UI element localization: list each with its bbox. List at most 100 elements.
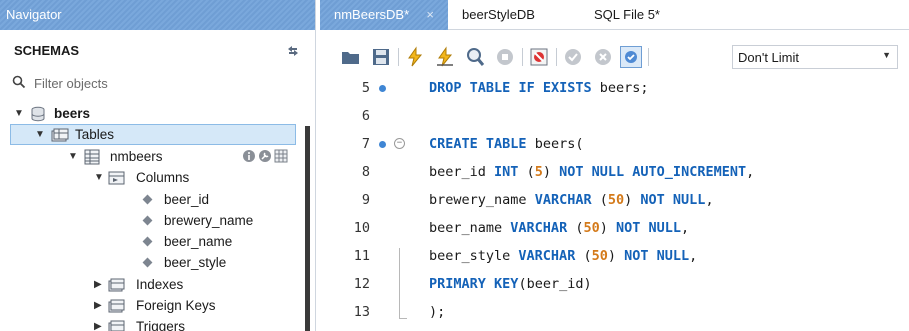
close-icon[interactable]: × xyxy=(426,0,434,30)
expand-arrow-icon[interactable]: ▼ xyxy=(94,171,106,185)
execute-icon[interactable] xyxy=(404,46,426,68)
sql-punctuation xyxy=(584,164,592,180)
sql-keyword: NOT xyxy=(559,164,584,180)
code-editor[interactable]: 5 DROP TABLE IF EXISTS beers; 6 7 − CREA… xyxy=(320,74,909,331)
sql-number: 5 xyxy=(534,164,543,180)
line-number: 10 xyxy=(353,220,370,236)
row-limit-select[interactable]: Don't Limit ▼ xyxy=(732,45,898,69)
toolbar-divider xyxy=(522,48,523,66)
sql-punctuation xyxy=(478,136,486,152)
collapse-arrow-icon[interactable]: ▶ xyxy=(94,320,106,331)
code-line: 5 DROP TABLE IF EXISTS beers; xyxy=(320,74,909,102)
sql-punctuation xyxy=(592,80,600,96)
navigator-titlebar: Navigator xyxy=(0,0,315,30)
tree-folder-tables[interactable]: ▼ Tables xyxy=(10,124,296,145)
code-text: CREATE TABLE beers( xyxy=(429,136,583,152)
sql-number: 50 xyxy=(591,248,608,264)
code-line: 9 brewery_name VARCHAR (50) NOT NULL, xyxy=(320,186,909,214)
sql-keyword: VARCHAR xyxy=(518,248,576,264)
sql-keyword: TABLE xyxy=(485,136,527,152)
collapse-arrow-icon[interactable]: ▶ xyxy=(94,278,106,292)
sql-punctuation: , xyxy=(681,220,690,236)
search-icon xyxy=(12,75,26,89)
line-number: 5 xyxy=(361,80,370,96)
code-line: 10 beer_name VARCHAR (50) NOT NULL, xyxy=(320,214,909,242)
navigator-scrollbar[interactable] xyxy=(305,126,310,331)
indexes-folder-label: Indexes xyxy=(136,277,184,292)
editor-tab-bar: nmBeersDB* × beerStyleDB SQL File 5* xyxy=(320,0,909,30)
sql-punctuation xyxy=(649,248,657,264)
filter-objects-input[interactable] xyxy=(34,73,304,93)
foreign-keys-folder-label: Foreign Keys xyxy=(136,298,216,313)
sql-punctuation: ) xyxy=(599,220,616,236)
tree-folder-columns[interactable]: ▼ Columns xyxy=(10,168,300,189)
navigator-title: Navigator xyxy=(6,7,62,22)
tree-column-item[interactable]: beer_name xyxy=(10,232,300,253)
columns-folder-label: Columns xyxy=(136,170,190,185)
tree-folder-triggers[interactable]: ▶ Triggers xyxy=(10,317,300,331)
sql-keyword: DROP xyxy=(429,80,462,96)
tab-label: beerStyleDB xyxy=(462,7,535,22)
collapse-arrow-icon[interactable]: ▶ xyxy=(94,299,106,313)
rollback-icon[interactable] xyxy=(592,46,614,68)
stop-on-error-icon[interactable] xyxy=(528,46,550,68)
row-limit-value: Don't Limit xyxy=(738,50,800,65)
code-line: 6 xyxy=(320,102,909,130)
expand-arrow-icon[interactable]: ▼ xyxy=(14,107,26,121)
autocommit-toggle-icon[interactable] xyxy=(620,46,642,68)
sql-keyword: VARCHAR xyxy=(510,220,568,236)
sql-keyword: INT xyxy=(494,164,519,180)
sql-keyword: CREATE xyxy=(429,136,478,152)
editor-toolbar: Don't Limit ▼ xyxy=(320,40,909,74)
triggers-folder-label: Triggers xyxy=(136,319,186,331)
line-number: 12 xyxy=(353,276,370,292)
sql-keyword: NULL xyxy=(591,164,625,180)
sql-identifier: beers xyxy=(599,80,641,96)
code-text: beer_id INT (5) NOT NULL AUTO_INCREMENT, xyxy=(429,164,754,180)
tree-column-item[interactable]: beer_id xyxy=(10,190,300,211)
code-text: brewery_name VARCHAR (50) NOT NULL, xyxy=(429,192,714,208)
column-name: beer_id xyxy=(164,192,210,207)
tree-schema-beers[interactable]: ▼ beers xyxy=(10,104,300,125)
code-line: 8 beer_id INT (5) NOT NULL AUTO_INCREMEN… xyxy=(320,158,909,186)
statement-marker-icon xyxy=(379,85,386,92)
code-text: beer_name VARCHAR (50) NOT NULL, xyxy=(429,220,689,236)
tab-sql-file-5[interactable]: SQL File 5* xyxy=(580,0,700,30)
line-number: 9 xyxy=(361,192,370,208)
sql-punctuation: ) xyxy=(607,248,625,264)
sql-identifier: brewery_name xyxy=(429,192,527,208)
tree-column-item[interactable]: beer_style xyxy=(10,253,300,274)
table-data-icon[interactable] xyxy=(274,149,288,163)
info-icon[interactable] xyxy=(242,149,256,163)
toolbar-divider xyxy=(398,48,399,66)
open-folder-icon[interactable] xyxy=(340,46,362,68)
wrench-icon[interactable] xyxy=(258,149,272,163)
refresh-icon[interactable] xyxy=(285,43,301,59)
expand-arrow-icon[interactable]: ▼ xyxy=(35,128,47,142)
code-line: 13 ); xyxy=(320,298,909,326)
tree-folder-foreign-keys[interactable]: ▶ Foreign Keys xyxy=(10,296,300,317)
sql-keyword: NULL xyxy=(656,248,690,264)
code-text: DROP TABLE IF EXISTS beers; xyxy=(429,80,649,96)
sql-punctuation: ) xyxy=(583,276,592,292)
sql-punctuation xyxy=(462,80,470,96)
column-bullet-icon xyxy=(142,194,153,205)
sql-punctuation: , xyxy=(689,248,698,264)
toolbar-divider xyxy=(648,48,649,66)
tab-beerstyledb[interactable]: beerStyleDB xyxy=(448,0,566,30)
stop-icon[interactable] xyxy=(494,46,516,68)
tab-nmbeersdb[interactable]: nmBeersDB* × xyxy=(320,0,448,30)
commit-icon[interactable] xyxy=(562,46,584,68)
tree-column-item[interactable]: brewery_name xyxy=(10,211,300,232)
sql-editor-panel: nmBeersDB* × beerStyleDB SQL File 5* Don… xyxy=(320,0,909,331)
code-text: beer_style VARCHAR (50) NOT NULL, xyxy=(429,248,697,264)
tree-table-nmbeers[interactable]: ▼ nmbeers xyxy=(10,147,300,168)
explain-icon[interactable] xyxy=(464,46,486,68)
fold-toggle-icon[interactable]: − xyxy=(394,138,405,149)
sql-keyword: NOT xyxy=(624,248,649,264)
tree-folder-indexes[interactable]: ▶ Indexes xyxy=(10,275,300,296)
sql-punctuation: ( xyxy=(518,276,527,292)
execute-current-icon[interactable] xyxy=(434,46,456,68)
save-icon[interactable] xyxy=(370,46,392,68)
expand-arrow-icon[interactable]: ▼ xyxy=(68,150,80,164)
